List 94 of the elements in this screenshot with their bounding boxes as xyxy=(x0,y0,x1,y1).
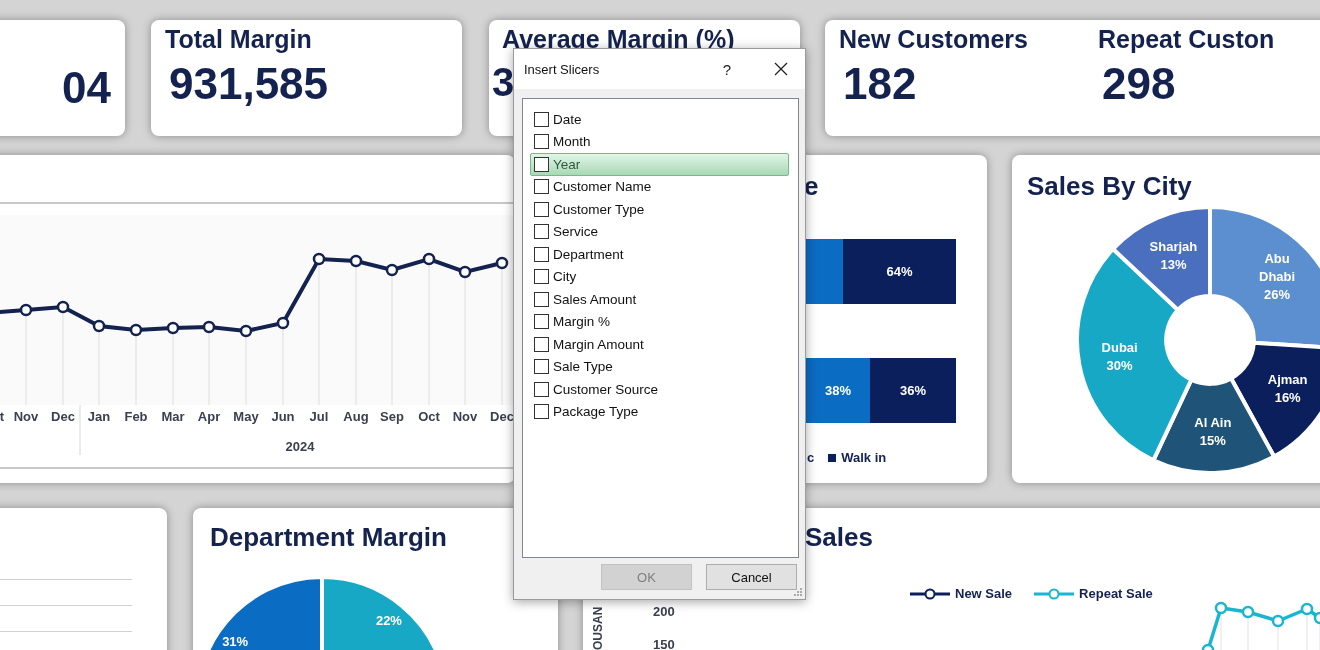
data-label: Al Ain 15% xyxy=(1194,413,1232,450)
field-item[interactable]: Margin Amount xyxy=(530,333,789,356)
legend-label: c xyxy=(807,450,815,465)
bar-segment: 64% xyxy=(843,239,956,304)
data-point xyxy=(385,263,399,277)
chart-title: Sales By City xyxy=(1027,171,1192,202)
checkbox[interactable] xyxy=(534,381,549,397)
kpi-value: 182 xyxy=(842,61,917,106)
field-item[interactable]: Sale Type xyxy=(530,355,789,378)
axis-label: Dec xyxy=(490,409,514,424)
data-label: Sharjah 13% xyxy=(1149,237,1198,274)
data-point xyxy=(19,303,33,317)
kpi-value: 298 xyxy=(1100,61,1176,106)
axis-label: Aug xyxy=(343,409,369,424)
axis-label: Mar xyxy=(161,409,185,424)
data-point xyxy=(1214,601,1228,615)
checkbox[interactable] xyxy=(534,201,549,217)
field-item[interactable]: Customer Type xyxy=(530,198,789,221)
field-item[interactable]: Sales Amount xyxy=(530,288,789,311)
data-point xyxy=(1241,605,1255,619)
axis-tick: 200 xyxy=(653,604,675,619)
checkbox[interactable] xyxy=(534,404,549,420)
field-item[interactable]: Margin % xyxy=(530,310,789,333)
chart-title: Sales xyxy=(805,522,873,553)
axis-label: May xyxy=(233,409,259,424)
data-point xyxy=(312,252,326,266)
legend-label: Walk in xyxy=(841,450,887,465)
kpi-value: 931,585 xyxy=(168,61,329,106)
checkbox[interactable] xyxy=(534,156,549,172)
data-label: Ajman 16% xyxy=(1267,371,1308,408)
bar-segment: 36% xyxy=(870,358,956,423)
axis-label: Dec xyxy=(51,409,75,424)
chart-title: Department Margin xyxy=(210,522,447,553)
field-item[interactable]: Date xyxy=(530,108,789,131)
axis-label: Sep xyxy=(380,409,404,424)
dialog-button[interactable]: Cancel xyxy=(706,564,797,590)
kpi-title: Total Margin xyxy=(165,26,313,54)
axis-label: 2024 xyxy=(285,439,315,454)
data-point xyxy=(458,265,472,279)
data-point xyxy=(202,320,216,334)
dialog-title: Insert Slicers xyxy=(524,61,601,77)
checkbox[interactable] xyxy=(534,224,549,240)
field-item[interactable]: Customer Name xyxy=(530,175,789,198)
checkbox[interactable] xyxy=(534,291,549,307)
resize-grip-icon[interactable] xyxy=(793,587,803,597)
field-item[interactable]: Service xyxy=(530,220,789,243)
axis-label: Jan xyxy=(87,409,111,424)
field-item[interactable]: Month xyxy=(530,130,789,153)
field-item[interactable]: Year xyxy=(530,153,789,176)
data-point xyxy=(276,316,290,330)
checkbox[interactable] xyxy=(534,314,549,330)
checkbox[interactable] xyxy=(534,359,549,375)
axis-label: Oct xyxy=(418,409,440,424)
data-label: 22% xyxy=(375,612,402,628)
field-item[interactable]: Package Type xyxy=(530,400,789,423)
data-label: 31% xyxy=(222,634,249,650)
checkbox[interactable] xyxy=(534,134,549,150)
axis-label: Feb xyxy=(124,409,148,424)
data-point xyxy=(495,256,509,270)
legend-label: New Sale xyxy=(955,586,1013,601)
data-point xyxy=(239,324,253,338)
checkbox[interactable] xyxy=(534,336,549,352)
axis-label: Jul xyxy=(309,409,329,424)
data-point xyxy=(56,300,70,314)
kpi-value: 3 xyxy=(492,61,515,102)
checkbox[interactable] xyxy=(534,179,549,195)
axis-title: OUSAN xyxy=(591,606,605,650)
legend-label: Repeat Sale xyxy=(1079,586,1153,601)
checkbox[interactable] xyxy=(534,111,549,127)
axis-label: Nov xyxy=(452,409,478,424)
data-point xyxy=(349,254,363,268)
data-point xyxy=(129,323,143,337)
kpi-title: Repeat Custon xyxy=(1097,26,1275,54)
help-button[interactable]: ? xyxy=(715,60,739,78)
data-point xyxy=(92,319,106,333)
close-icon xyxy=(774,62,788,76)
data-label: Dubai 30% xyxy=(1101,339,1138,376)
axis-label: Jun xyxy=(271,409,295,424)
kpi-title: New Customers xyxy=(839,26,1028,54)
kpi-value: 04 xyxy=(61,66,111,110)
field-item[interactable]: Department xyxy=(530,243,789,266)
data-point xyxy=(422,252,436,266)
data-point xyxy=(166,321,180,335)
axis-tick: 150 xyxy=(653,637,675,650)
bar-segment: 38% xyxy=(806,358,870,423)
axis-label: Apr xyxy=(197,409,221,424)
checkbox[interactable] xyxy=(534,246,549,262)
field-item[interactable]: Customer Source xyxy=(530,378,789,401)
axis-label: Nov xyxy=(13,409,39,424)
data-point xyxy=(1271,614,1285,628)
data-label: Abu Dhabi 26% xyxy=(1258,249,1297,305)
axis-label: t xyxy=(0,409,5,424)
field-item[interactable]: City xyxy=(530,265,789,288)
checkbox[interactable] xyxy=(534,269,549,285)
